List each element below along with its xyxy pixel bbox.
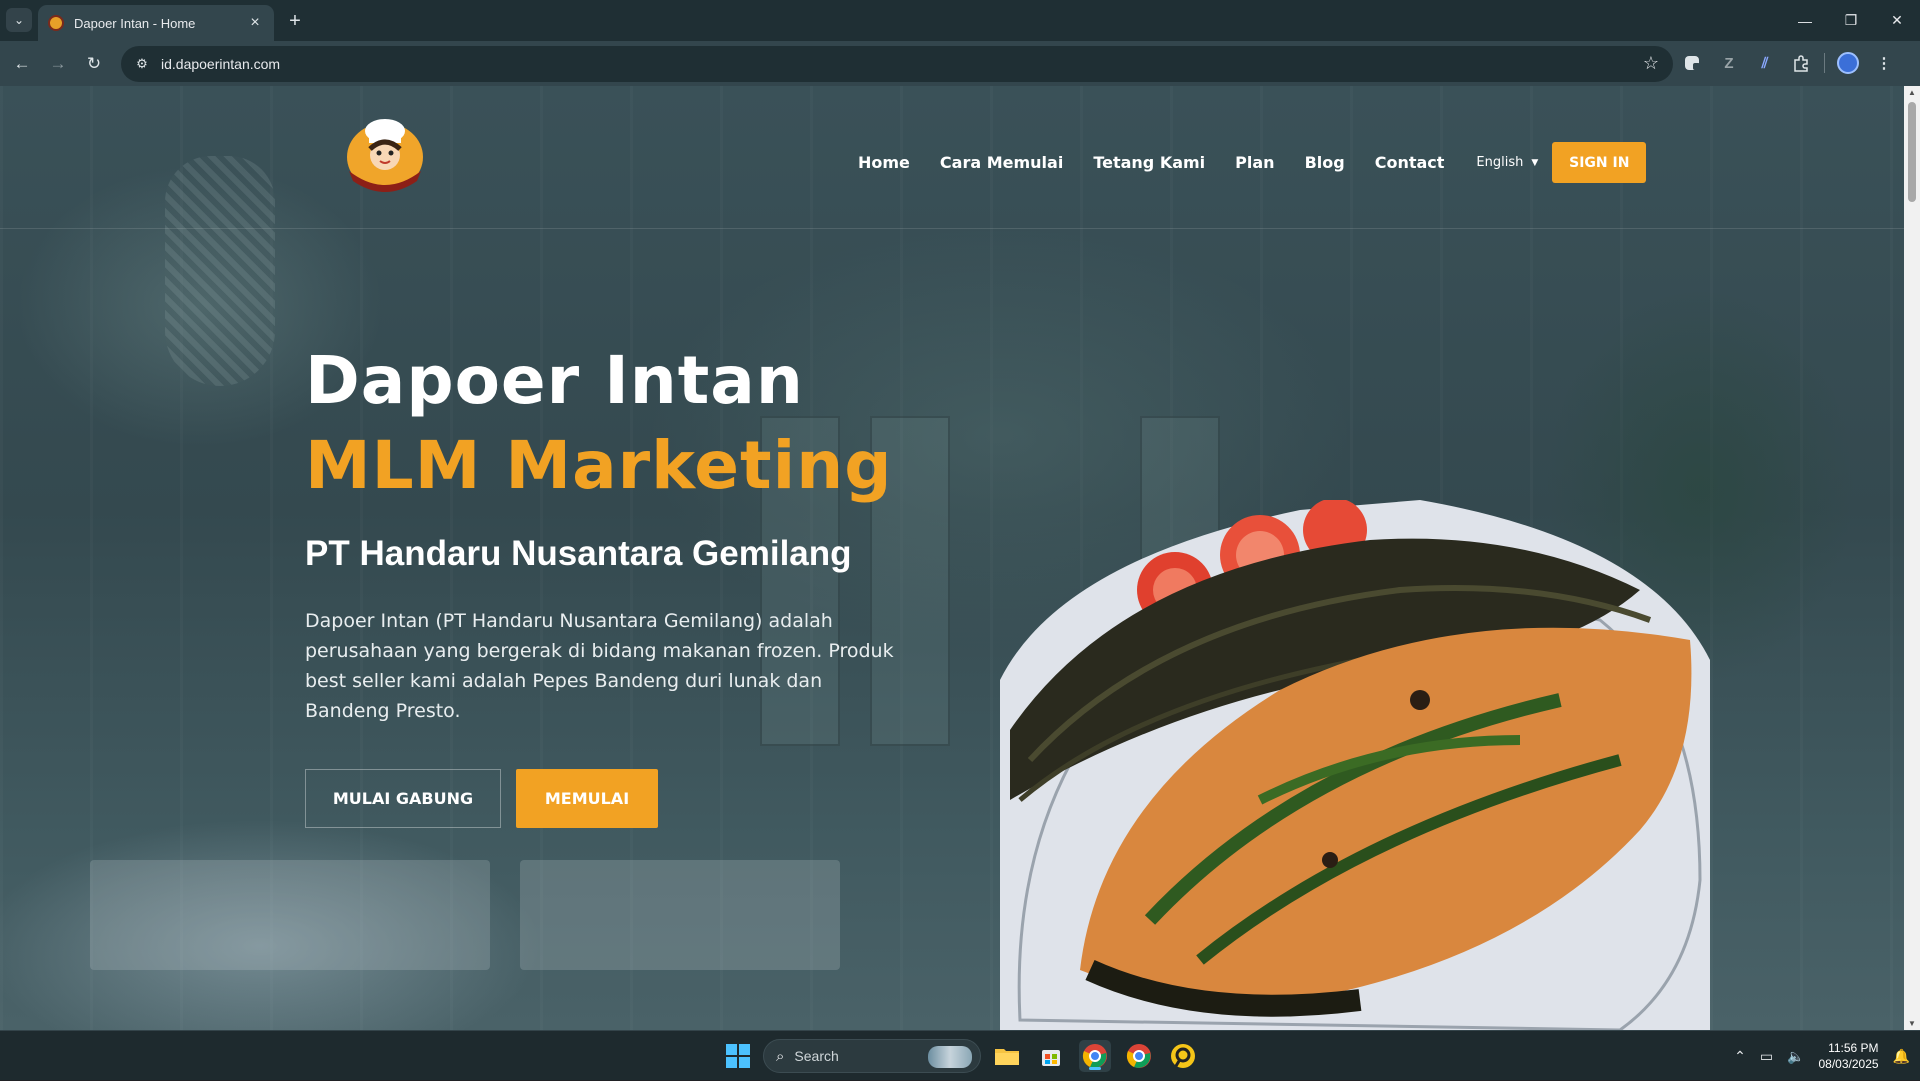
scroll-thumb[interactable] — [1908, 102, 1916, 202]
reload-button[interactable]: ↻ — [81, 51, 107, 77]
chef-logo-icon — [347, 119, 423, 192]
window-controls: — ❐ ✕ — [1782, 0, 1920, 41]
page-viewport: Home Cara Memulai Tetang Kami Plan Blog … — [0, 86, 1920, 1030]
caret-down-icon: ▼ — [1531, 157, 1539, 168]
arrow-left-icon: ← — [13, 54, 31, 73]
nav-link-plan[interactable]: Plan — [1235, 153, 1274, 172]
hero-title: Dapoer Intan — [305, 342, 804, 419]
windows-start-icon[interactable] — [726, 1044, 750, 1068]
chrome-icon[interactable] — [1079, 1040, 1111, 1072]
back-button[interactable]: ← — [9, 51, 35, 77]
language-select[interactable]: English ▼ — [1476, 155, 1538, 170]
chevron-up-icon[interactable]: ⌃ — [1734, 1048, 1746, 1065]
notification-bell-icon[interactable]: 🔔 — [1893, 1048, 1910, 1065]
app-yellow-icon[interactable] — [1167, 1040, 1199, 1072]
extension-copilot-icon[interactable] — [1680, 49, 1706, 77]
clock[interactable]: 11:56 PM 08/03/2025 — [1819, 1040, 1879, 1072]
page-scrollbar[interactable]: ▲ ▼ — [1904, 86, 1920, 1030]
puzzle-icon[interactable] — [1788, 49, 1814, 77]
system-tray: ⌃ ▭ 🔈 11:56 PM 08/03/2025 🔔 — [1734, 1031, 1910, 1081]
star-icon[interactable]: ☆ — [1643, 53, 1659, 74]
kebab-menu-icon[interactable]: ⋮ — [1871, 49, 1897, 77]
restore-button[interactable]: ❐ — [1828, 0, 1874, 41]
file-explorer-icon[interactable] — [991, 1040, 1023, 1072]
chevron-down-icon: ⌄ — [13, 13, 25, 27]
microsoft-store-icon[interactable] — [1035, 1040, 1067, 1072]
language-value: English — [1476, 155, 1524, 170]
main-navigation: Home Cara Memulai Tetang Kami Plan Blog … — [858, 142, 1647, 183]
scroll-down-icon[interactable]: ▼ — [1907, 1019, 1917, 1028]
nav-link-tetang-kami[interactable]: Tetang Kami — [1093, 153, 1205, 172]
pepes-bandeng-illustration — [1000, 498, 1710, 1030]
browser-toolbar: ← → ↻ ⚙ id.dapoerintan.com ☆ Z ⫽ ⋮ — [0, 41, 1920, 86]
tune-icon[interactable]: ⚙ — [131, 53, 153, 75]
clock-date: 08/03/2025 — [1818, 1057, 1879, 1071]
profile-avatar[interactable] — [1835, 49, 1861, 77]
address-bar[interactable]: ⚙ id.dapoerintan.com ☆ — [121, 46, 1673, 82]
start-button[interactable]: MEMULAI — [516, 769, 658, 828]
nav-link-contact[interactable]: Contact — [1375, 153, 1445, 172]
site-logo[interactable] — [341, 113, 429, 193]
nav-link-cara-memulai[interactable]: Cara Memulai — [940, 153, 1063, 172]
volume-icon[interactable]: 🔈 — [1787, 1048, 1804, 1065]
hero-description: Dapoer Intan (PT Handaru Nusantara Gemil… — [305, 610, 894, 722]
nav-link-blog[interactable]: Blog — [1305, 153, 1345, 172]
sign-in-button[interactable]: SIGN IN — [1552, 142, 1647, 183]
hero-company-name: PT Handaru Nusantara Gemilang — [305, 534, 852, 573]
tab-close-icon[interactable]: × — [246, 14, 264, 32]
extension-chart-icon[interactable]: ⫽ — [1752, 49, 1778, 77]
url-text[interactable]: id.dapoerintan.com — [161, 56, 280, 72]
favicon-icon — [48, 15, 64, 31]
nav-link-home[interactable]: Home — [858, 153, 910, 172]
tab-title: Dapoer Intan - Home — [74, 15, 196, 31]
chrome-profile-icon[interactable] — [1123, 1040, 1155, 1072]
extension-z-icon[interactable]: Z — [1716, 49, 1742, 77]
hero-subtitle: MLM Marketing — [305, 427, 893, 504]
clock-time: 11:56 PM — [1828, 1041, 1879, 1055]
hero-food-image — [1000, 498, 1710, 1030]
new-tab-button[interactable]: + — [282, 8, 308, 34]
taskbar-search[interactable]: ⌕ Search — [763, 1039, 981, 1073]
join-button[interactable]: MULAI GABUNG — [305, 769, 501, 828]
network-icon[interactable]: ▭ — [1760, 1048, 1773, 1065]
tab-search-button[interactable]: ⌄ — [6, 8, 32, 32]
extensions-row: Z ⫽ ⋮ — [1680, 49, 1897, 77]
forward-button[interactable]: → — [45, 51, 71, 77]
background-table — [90, 860, 490, 970]
browser-tab-active[interactable]: Dapoer Intan - Home × — [38, 5, 274, 41]
search-icon: ⌕ — [776, 1047, 785, 1065]
close-window-button[interactable]: ✕ — [1874, 0, 1920, 41]
toolbar-divider — [1824, 53, 1825, 73]
browser-tabstrip: ⌄ Dapoer Intan - Home × + — ❐ ✕ — [0, 0, 1920, 41]
background-table — [520, 860, 840, 970]
taskbar: ⌕ Search ⌃ ▭ 🔈 11:56 PM 08/03/2025 🔔 — [0, 1030, 1920, 1080]
search-highlight-image — [928, 1046, 972, 1068]
search-label: Search — [794, 1048, 839, 1064]
scroll-up-icon[interactable]: ▲ — [1907, 88, 1917, 97]
active-app-indicator — [1089, 1067, 1101, 1070]
reload-icon: ↻ — [86, 54, 102, 73]
site-header: Home Cara Memulai Tetang Kami Plan Blog … — [0, 86, 1920, 229]
avatar — [1837, 52, 1859, 74]
minimize-button[interactable]: — — [1782, 0, 1828, 41]
arrow-right-icon: → — [49, 54, 67, 73]
